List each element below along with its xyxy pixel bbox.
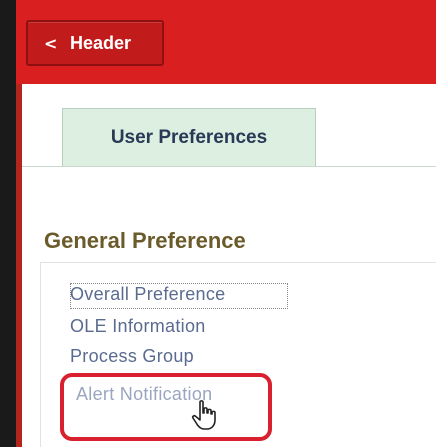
back-button[interactable]: < Header: [26, 20, 164, 66]
tab-user-preferences[interactable]: User Preferences: [62, 108, 316, 166]
link-ole-information[interactable]: OLE Information: [70, 316, 206, 337]
tab-label: User Preferences: [110, 126, 268, 148]
section-title: General Preference: [44, 228, 246, 253]
annotation-highlight: [60, 373, 272, 441]
chevron-left-icon: <: [44, 33, 58, 53]
link-process-group[interactable]: Process Group: [70, 346, 194, 367]
back-button-label: Header: [70, 32, 132, 53]
window-edge: [0, 0, 16, 447]
tab-divider: [22, 166, 436, 167]
link-overall-preference[interactable]: Overall Preference: [70, 284, 225, 305]
hand-pointer-icon: [191, 400, 216, 430]
